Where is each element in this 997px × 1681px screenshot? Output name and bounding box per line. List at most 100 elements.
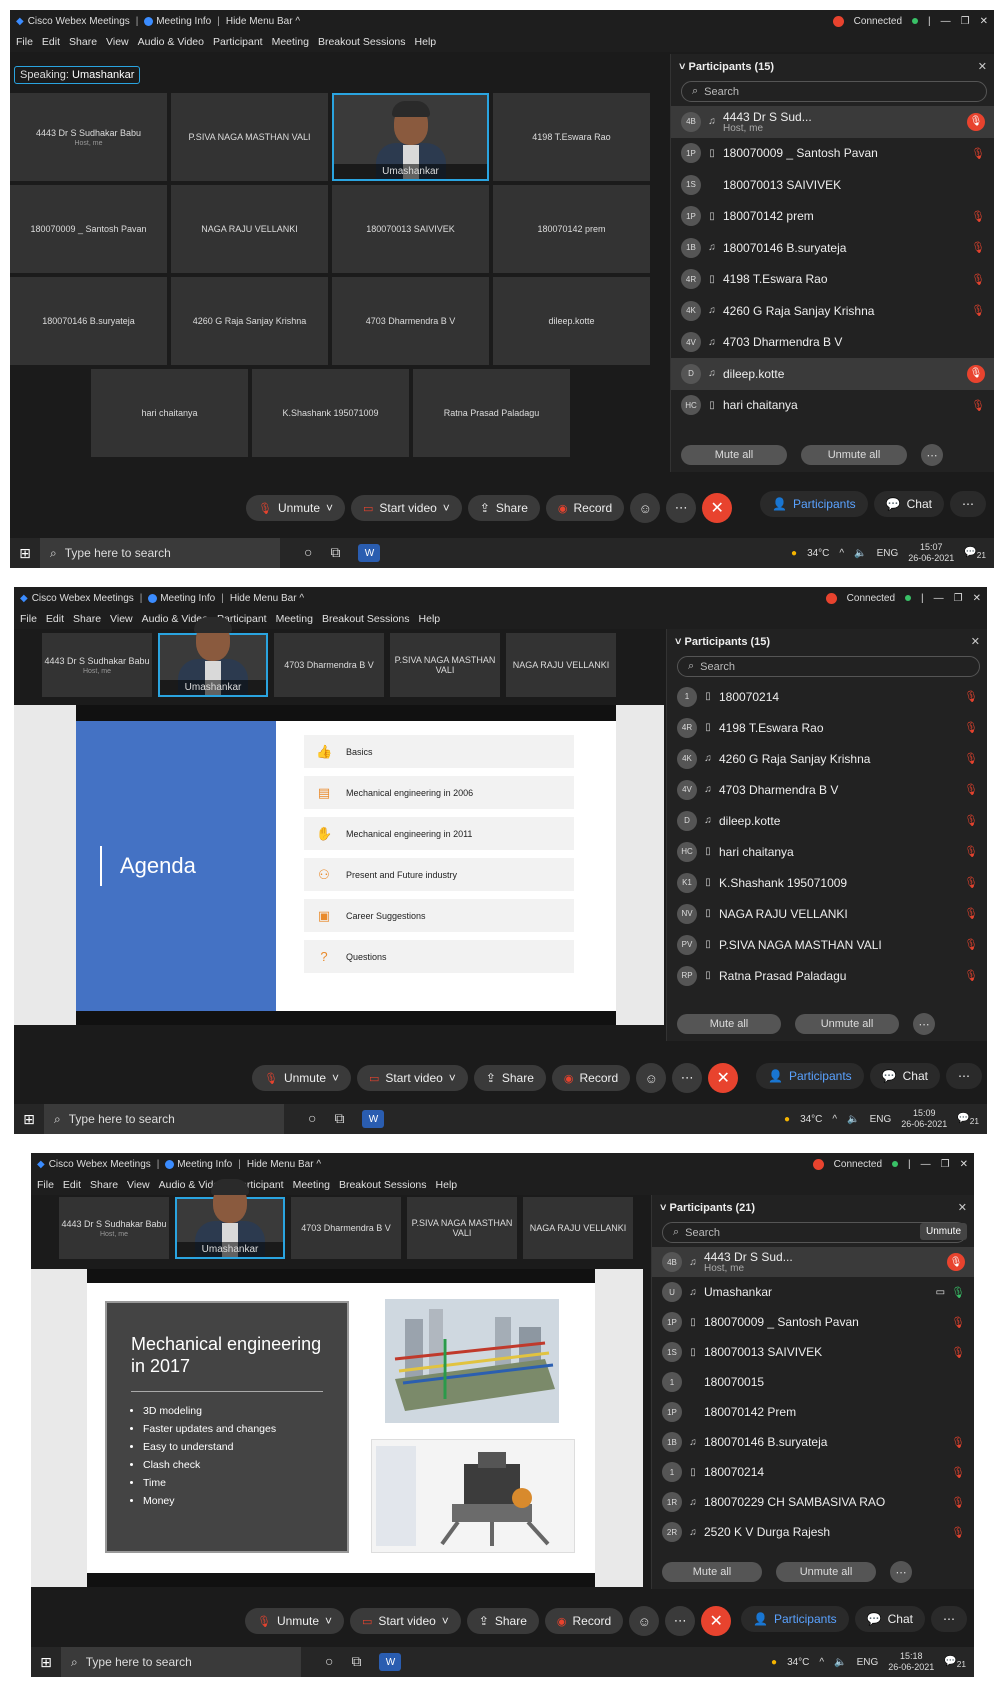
notification-icon[interactable]: 💬21 <box>944 1656 966 1669</box>
participant-tile[interactable]: Ratna Prasad Paladagu <box>413 369 570 457</box>
participant-row[interactable]: 1B ♫ 180070146 B.suryateja 🎙 <box>652 1427 974 1457</box>
menu-help[interactable]: Help <box>415 36 437 48</box>
menu-share[interactable]: Share <box>90 1179 118 1191</box>
participant-tile[interactable]: 4443 Dr S Sudhakar Babu Host, me <box>59 1197 169 1259</box>
participant-tile[interactable]: 4703 Dharmendra B V <box>291 1197 401 1259</box>
share-button[interactable]: ⇪ Share <box>473 1065 546 1091</box>
language-indicator[interactable]: ENG <box>857 1657 879 1668</box>
menu-meeting[interactable]: Meeting <box>276 613 313 625</box>
hide-menu-bar-button[interactable]: Hide Menu Bar ^ <box>226 16 300 27</box>
meeting-info-button[interactable]: Meeting Info <box>156 16 211 27</box>
mute-all-button[interactable]: Mute all <box>662 1562 762 1582</box>
participant-tile[interactable]: dileep.kotte <box>493 277 650 365</box>
unmute-button[interactable]: 🎙 Unmute ˅ <box>245 1608 345 1634</box>
mic-muted-icon[interactable]: 🎙 <box>964 783 978 796</box>
participant-tile[interactable]: NAGA RAJU VELLANKI <box>506 633 616 697</box>
participant-tile[interactable]: 180070013 SAIVIVEK <box>332 185 489 273</box>
chat-toggle-button[interactable]: 💬 Chat <box>854 1606 925 1632</box>
menu-help[interactable]: Help <box>419 613 441 625</box>
mic-muted-icon[interactable]: 🎙 <box>971 147 985 160</box>
cortana-icon[interactable]: ○ <box>304 544 312 562</box>
close-window-button[interactable]: ✕ <box>973 593 981 604</box>
close-panel-button[interactable]: ✕ <box>958 1201 967 1214</box>
participants-toggle-button[interactable]: 👤 Participants <box>756 1063 864 1089</box>
panel-more-button[interactable]: ⋯ <box>949 491 986 517</box>
windows-start-icon[interactable]: ⊞ <box>10 545 40 562</box>
participant-row[interactable]: 4R ▯ 4198 T.Eswara Rao 🎙 <box>667 712 987 743</box>
mic-muted-icon[interactable]: 🎙 <box>951 1526 965 1539</box>
participant-tile[interactable]: 4260 G Raja Sanjay Krishna <box>171 277 328 365</box>
unmute-button[interactable]: 🎙 Unmute ˅ <box>252 1065 352 1091</box>
minimize-button[interactable]: — <box>941 16 951 27</box>
participant-tile[interactable]: 180070146 B.suryateja <box>10 277 167 365</box>
share-button[interactable]: ⇪ Share <box>467 495 540 521</box>
participant-tile[interactable]: Umashankar <box>158 617 268 697</box>
mic-muted-icon[interactable]: 🎙 <box>967 364 985 383</box>
volume-icon[interactable]: 🔈 <box>847 1114 859 1125</box>
participant-tile[interactable]: K.Shashank 195071009 <box>252 369 409 457</box>
meeting-info-button[interactable]: Meeting Info <box>160 593 215 604</box>
participant-tile[interactable]: 180070142 prem <box>493 185 650 273</box>
menu-edit[interactable]: Edit <box>42 36 60 48</box>
participant-tile[interactable]: 4703 Dharmendra B V <box>274 633 384 697</box>
leave-meeting-button[interactable]: ✕ <box>701 1606 732 1636</box>
mic-muted-icon[interactable]: 🎙 <box>971 241 985 254</box>
taskbar-search-input[interactable]: ⌕ Type here to search <box>61 1647 301 1677</box>
close-window-button[interactable]: ✕ <box>960 1159 968 1170</box>
mic-active-icon[interactable]: 🎙 <box>951 1286 965 1299</box>
leave-meeting-button[interactable]: ✕ <box>702 493 733 523</box>
chat-toggle-button[interactable]: 💬 Chat <box>869 1063 940 1089</box>
webex-taskbar-icon[interactable]: W <box>379 1653 402 1671</box>
close-panel-button[interactable]: ✕ <box>971 635 980 648</box>
mic-muted-icon[interactable]: 🎙 <box>964 814 978 827</box>
menu-view[interactable]: View <box>110 613 133 625</box>
participant-row[interactable]: 1P 180070142 Prem <box>652 1397 974 1427</box>
start-video-button[interactable]: ▭ Start video ˅ <box>350 1608 461 1634</box>
record-button[interactable]: ◉ Record <box>544 1608 624 1634</box>
mic-muted-icon[interactable]: 🎙 <box>964 690 978 703</box>
menu-file[interactable]: File <box>16 36 33 48</box>
participant-row[interactable]: 1 ▯ 180070214 🎙 <box>652 1457 974 1487</box>
mic-muted-icon[interactable]: 🎙 <box>951 1346 965 1359</box>
participant-tile[interactable]: Umashankar <box>175 1179 285 1259</box>
mic-muted-icon[interactable]: 🎙 <box>967 112 985 131</box>
notification-icon[interactable]: 💬21 <box>964 547 986 560</box>
reactions-button[interactable]: ☺ <box>629 1606 660 1636</box>
participant-tile[interactable]: P.SIVA NAGA MASTHAN VALI <box>171 93 328 181</box>
tray-chevron-icon[interactable]: ^ <box>819 1657 824 1668</box>
participant-row[interactable]: 1 180070015 <box>652 1367 974 1397</box>
mic-muted-icon[interactable]: 🎙 <box>964 876 978 889</box>
hide-menu-bar-button[interactable]: Hide Menu Bar ^ <box>247 1159 321 1170</box>
participant-row[interactable]: 2R ♫ 2520 K V Durga Rajesh 🎙 <box>652 1517 974 1547</box>
panel-more-button[interactable]: ⋯ <box>945 1063 982 1089</box>
restore-button[interactable]: ❐ <box>954 593 963 604</box>
participants-toggle-button[interactable]: 👤 Participants <box>741 1606 849 1632</box>
language-indicator[interactable]: ENG <box>870 1114 892 1125</box>
close-panel-button[interactable]: ✕ <box>978 60 987 73</box>
participant-tile[interactable]: 4443 Dr S Sudhakar Babu Host, me <box>10 93 167 181</box>
start-video-button[interactable]: ▭ Start video ˅ <box>357 1065 468 1091</box>
participant-row[interactable]: D ♫ dileep.kotte 🎙 <box>667 805 987 836</box>
minimize-button[interactable]: — <box>921 1159 931 1170</box>
windows-start-icon[interactable]: ⊞ <box>14 1111 44 1128</box>
task-view-icon[interactable]: ⧉ <box>334 1110 344 1128</box>
participant-tile[interactable]: NAGA RAJU VELLANKI <box>523 1197 633 1259</box>
menu-breakout-sessions[interactable]: Breakout Sessions <box>339 1179 427 1191</box>
record-button[interactable]: ◉ Record <box>551 1065 631 1091</box>
mic-muted-icon[interactable]: 🎙 <box>964 845 978 858</box>
participant-row[interactable]: 4K ♫ 4260 G Raja Sanjay Krishna 🎙 <box>671 295 994 327</box>
participant-row[interactable]: 1R ♫ 180070229 CH SAMBASIVA RAO 🎙 <box>652 1487 974 1517</box>
unmute-button[interactable]: 🎙 Unmute ˅ <box>246 495 346 521</box>
participant-tile[interactable]: P.SIVA NAGA MASTHAN VALI <box>407 1197 517 1259</box>
menu-help[interactable]: Help <box>436 1179 458 1191</box>
start-video-button[interactable]: ▭ Start video ˅ <box>351 495 462 521</box>
more-options-button[interactable]: ⋯ <box>666 493 697 523</box>
mic-muted-icon[interactable]: 🎙 <box>964 907 978 920</box>
participant-tile[interactable]: P.SIVA NAGA MASTHAN VALI <box>390 633 500 697</box>
collapse-icon[interactable]: ˅ <box>675 636 684 648</box>
collapse-icon[interactable]: ˅ <box>679 61 688 73</box>
participant-row[interactable]: 4K ♫ 4260 G Raja Sanjay Krishna 🎙 <box>667 743 987 774</box>
mic-muted-icon[interactable]: 🎙 <box>951 1316 965 1329</box>
menu-meeting[interactable]: Meeting <box>272 36 309 48</box>
clock[interactable]: 15:09 26-06-2021 <box>901 1108 947 1130</box>
